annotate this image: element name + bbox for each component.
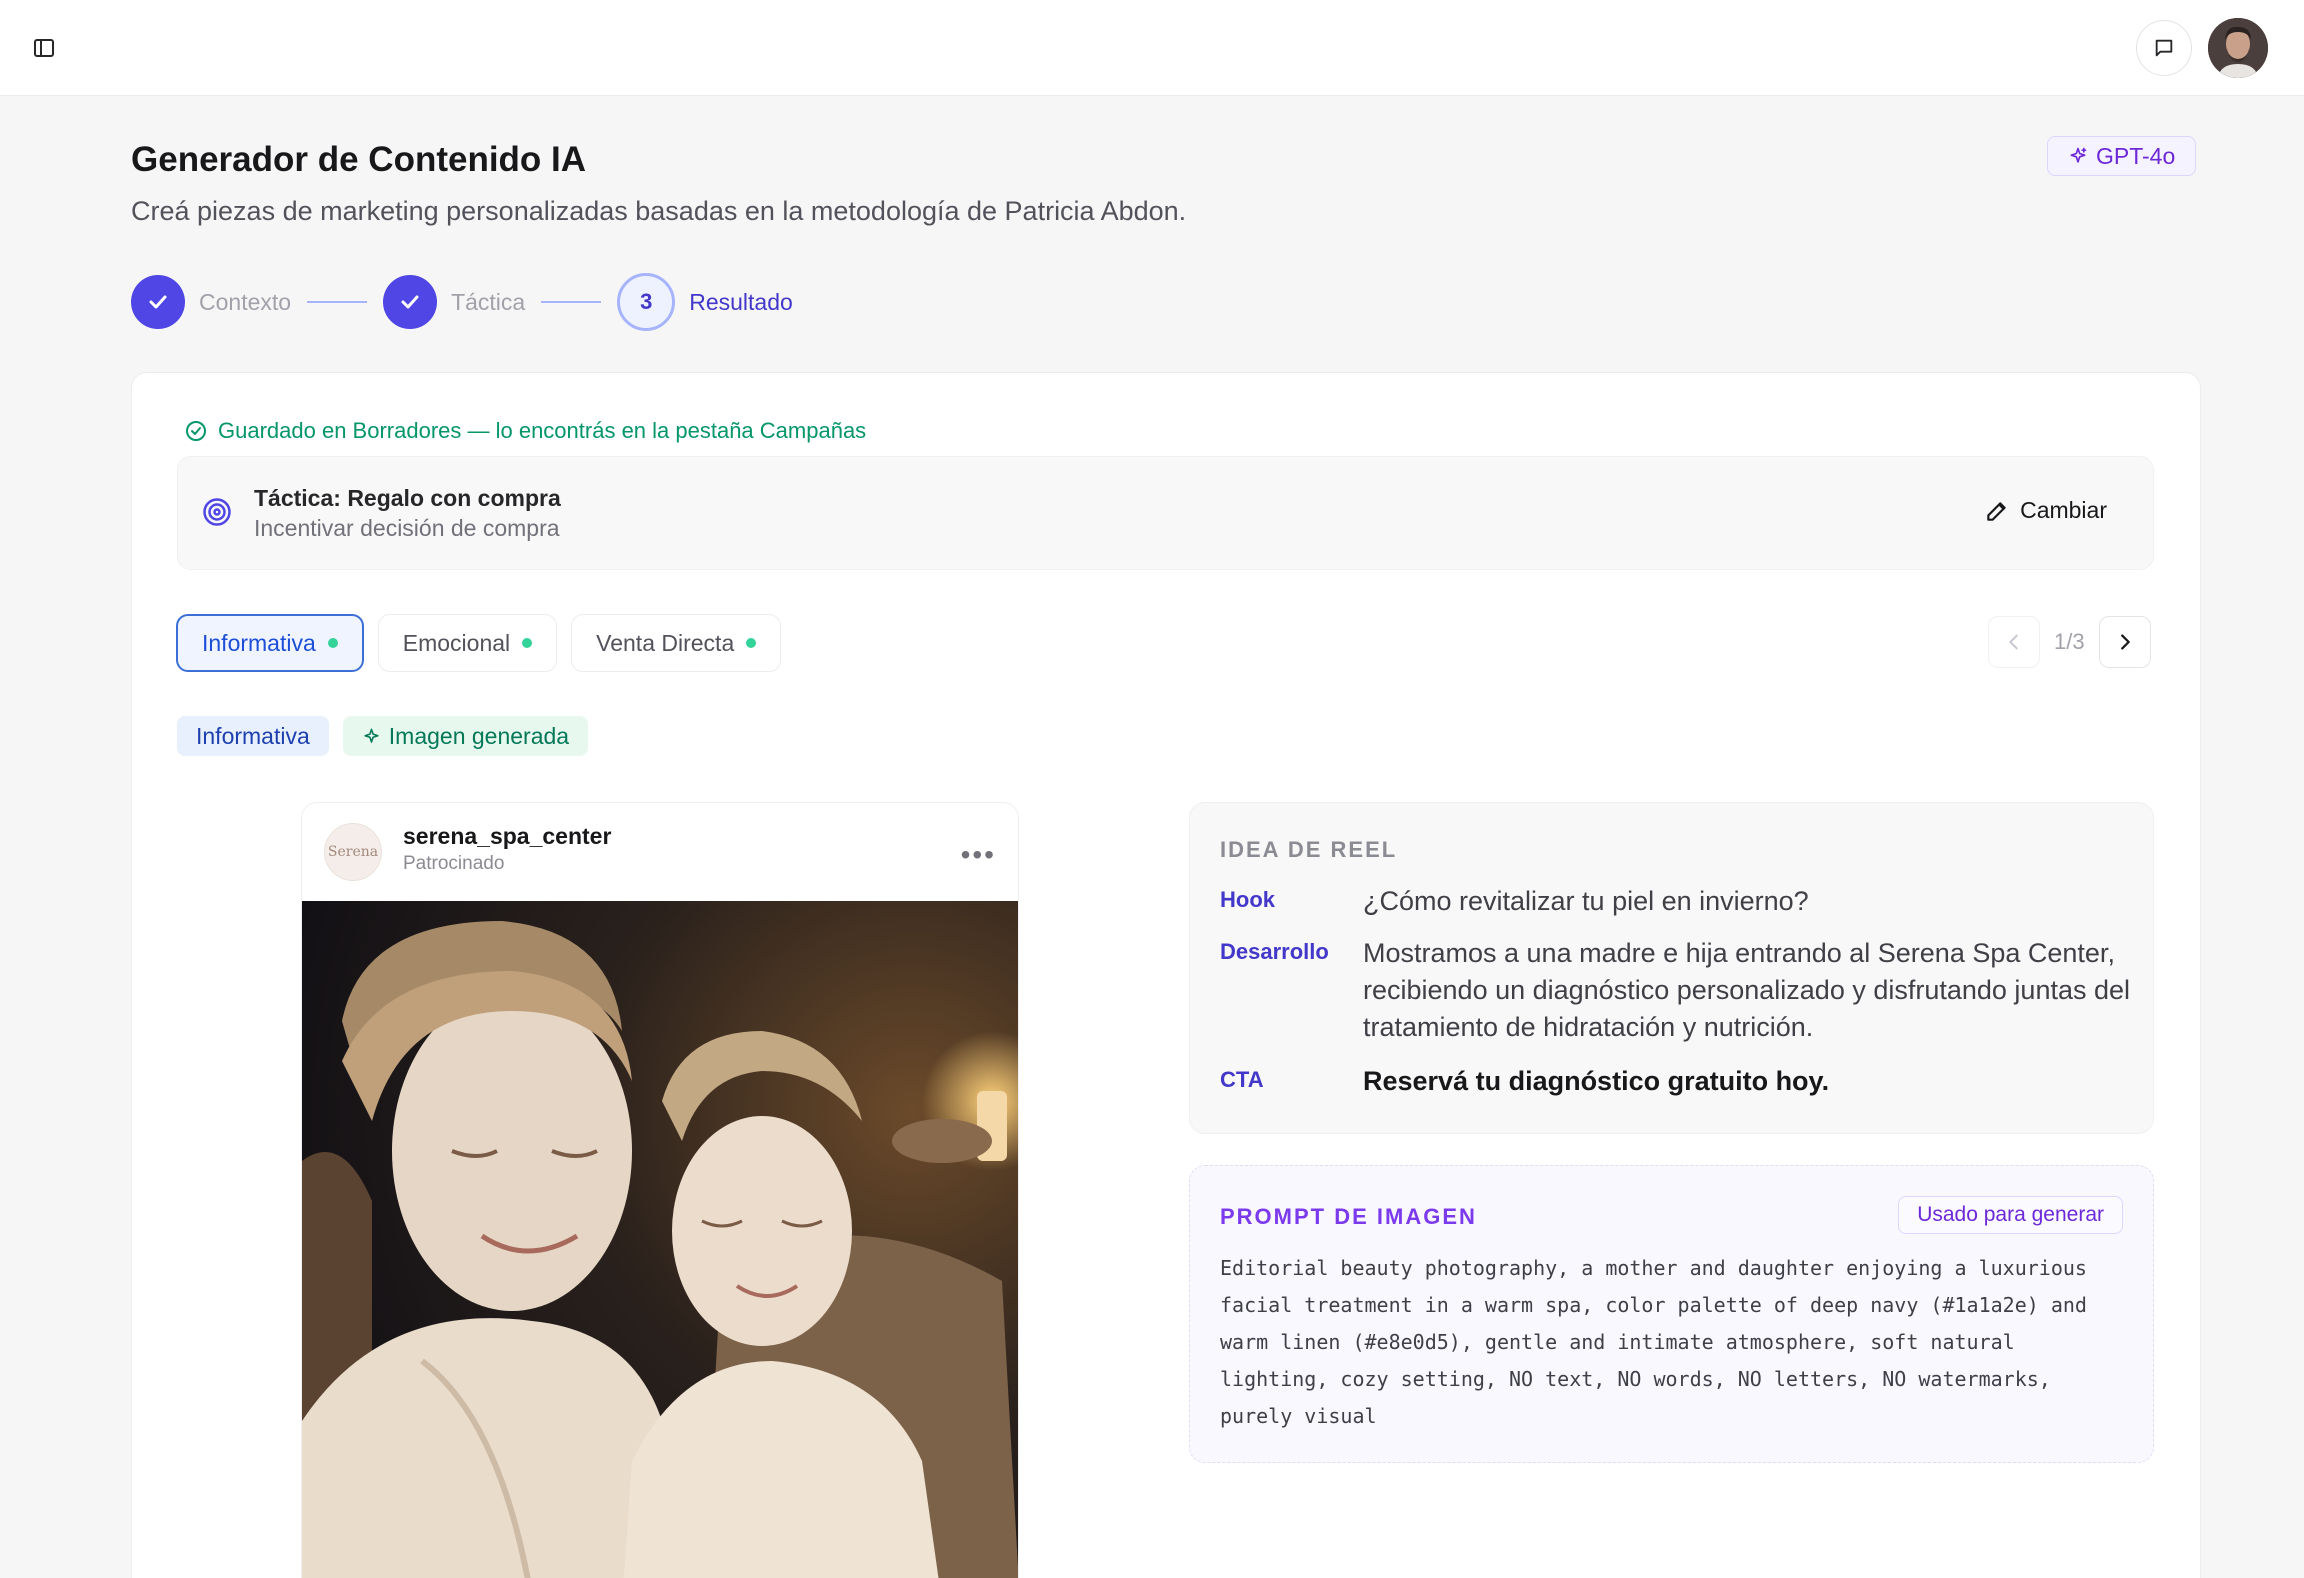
reel-idea-panel: IDEA DE REEL Hook ¿Cómo revitalizar tu p… (1189, 802, 2154, 1134)
more-options-icon[interactable]: ••• (961, 839, 996, 871)
change-tactic-button[interactable]: Cambiar (1984, 497, 2107, 524)
tab-label: Venta Directa (596, 629, 735, 656)
reel-hook-text: ¿Cómo revitalizar tu piel en invierno? (1363, 886, 1809, 916)
reel-cta-label: CTA (1220, 1067, 1264, 1092)
tab-venta-directa[interactable]: Venta Directa (571, 614, 782, 672)
status-dot (746, 638, 757, 648)
tab-label: Emocional (402, 629, 511, 656)
reel-development-label: Desarrollo (1220, 939, 1329, 964)
image-prompt-title: PROMPT DE IMAGEN (1220, 1204, 1477, 1229)
chevron-right-icon (2120, 634, 2130, 650)
tab-label: Informativa (202, 629, 316, 656)
user-avatar[interactable] (2208, 18, 2268, 78)
tab-emocional[interactable]: Emocional (377, 614, 558, 672)
tab-informativa[interactable]: Informativa (176, 614, 364, 672)
step-connector (541, 301, 602, 303)
pager-count: 1/3 (2054, 629, 2085, 654)
prev-button[interactable] (1988, 616, 2040, 668)
post-header: Serena serena_spa_center Patrocinado ••• (302, 803, 1018, 901)
chat-button[interactable] (2136, 20, 2192, 76)
post-username: serena_spa_center (403, 823, 612, 849)
image-generated-chip: Imagen generada (342, 716, 589, 756)
reel-idea-title: IDEA DE REEL (1220, 837, 1398, 862)
step-3-label[interactable]: Resultado (689, 289, 793, 316)
stepper: Contexto Táctica 3 Resultado (131, 273, 793, 331)
message-icon (2155, 39, 2173, 57)
sidebar-toggle-button[interactable] (26, 30, 62, 66)
tactic-summary: Táctica: Regalo con compra Incentivar de… (177, 456, 2154, 570)
reel-cta-text: Reservá tu diagnóstico gratuito hoy. (1363, 1066, 1830, 1096)
sparkle-icon (2070, 147, 2087, 163)
change-tactic-label: Cambiar (2020, 497, 2107, 523)
check-circle-icon (186, 421, 206, 441)
status-dot (327, 638, 338, 648)
pencil-icon (1987, 501, 2006, 521)
variant-tabs: Informativa Emocional Venta Directa (176, 614, 782, 672)
post-preview: Serena serena_spa_center Patrocinado ••• (301, 802, 1019, 1578)
step-1-label[interactable]: Contexto (199, 289, 291, 316)
sparkle-icon (364, 728, 379, 743)
page-title: Generador de Contenido IA (131, 140, 587, 179)
target-icon (203, 498, 231, 526)
generated-image (302, 901, 1018, 1578)
post-sponsored: Patrocinado (403, 853, 505, 874)
step-connector (307, 301, 368, 303)
saved-notice-text: Guardado en Borradores — lo encontrás en… (218, 418, 867, 443)
used-to-generate-badge: Usado para generar (1898, 1196, 2123, 1234)
model-badge[interactable]: GPT-4o (2047, 136, 2197, 176)
model-badge-label: GPT-4o (2096, 142, 2176, 169)
brand-avatar-text: Serena (327, 844, 379, 860)
chevron-left-icon (2009, 634, 2018, 650)
image-generated-label: Imagen generada (388, 722, 570, 749)
reel-development-text: Mostramos a una madre e hija entrando al… (1363, 938, 2131, 1042)
tactic-subtitle: Incentivar decisión de compra (254, 515, 560, 541)
image-prompt-panel: PROMPT DE IMAGEN Usado para generar Edit… (1189, 1165, 2154, 1463)
status-dot (522, 638, 533, 648)
reel-hook-label: Hook (1220, 887, 1275, 912)
image-prompt-text[interactable]: Editorial beauty photography, a mother a… (1220, 1250, 2135, 1435)
content-chips: Informativa Imagen generada (177, 716, 589, 756)
step-1-check-icon[interactable] (131, 275, 185, 329)
brand-avatar: Serena (324, 823, 382, 881)
variant-pager: 1/3 (1988, 616, 2151, 668)
top-bar (0, 0, 2304, 96)
next-button[interactable] (2098, 616, 2151, 668)
step-2-check-icon[interactable] (383, 275, 438, 329)
step-3-number[interactable]: 3 (617, 273, 676, 331)
tactic-title: Táctica: Regalo con compra (254, 485, 561, 511)
step-2-label[interactable]: Táctica (451, 289, 525, 316)
page-subtitle: Creá piezas de marketing personalizadas … (131, 196, 1187, 226)
type-chip: Informativa (177, 716, 329, 756)
saved-notice: Guardado en Borradores — lo encontrás en… (184, 418, 866, 444)
sidebar-icon (34, 39, 54, 57)
avatar-photo (2208, 18, 2268, 78)
